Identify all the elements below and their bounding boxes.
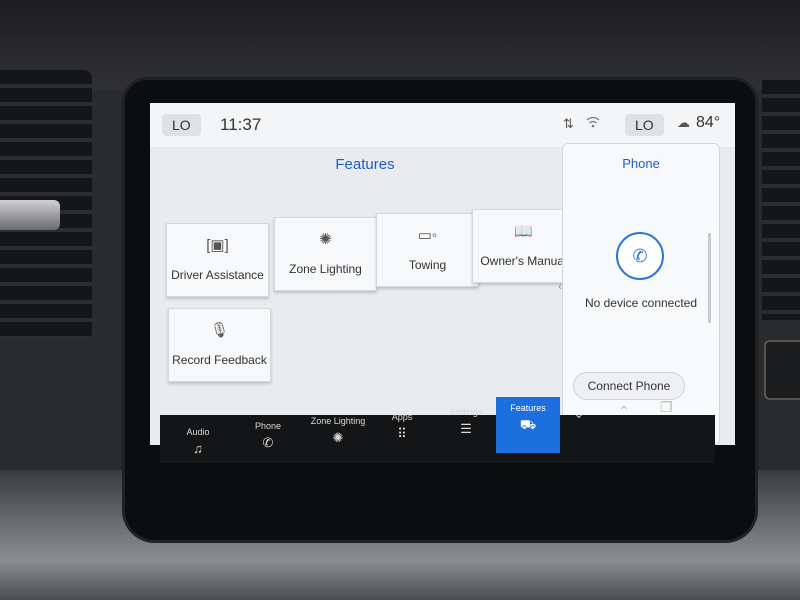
nav-label: Phone (254, 421, 282, 431)
clock: 11:37 (220, 115, 262, 134)
scrollbar[interactable] (708, 233, 711, 323)
bottom-nav-bar: Audio ♫ Phone ✆ Zone Lighting ✺ Apps ⠿ S… (160, 397, 715, 463)
nav-phone[interactable]: Phone ✆ (236, 415, 300, 463)
nav-label: Apps (391, 412, 413, 422)
window-switch-icon[interactable]: ❐ (660, 399, 673, 416)
nav-settings[interactable]: Settings ☰ (434, 401, 498, 449)
infotainment-screen: LO 11:37 ⇅ LO ☁ 84° Features [▣] Driver … (150, 103, 735, 445)
dash-button (764, 340, 800, 400)
microphone-icon: 🎙 (209, 322, 230, 339)
phone-panel-title: Phone (622, 156, 660, 171)
apps-grid-icon: ⠿ (397, 426, 407, 441)
tile-label: Towing (408, 258, 447, 272)
tile-owners-manual[interactable]: 📖 Owner's Manual (472, 209, 575, 283)
phone-status: No device connected (584, 296, 698, 310)
nav-label: Features (510, 403, 546, 413)
tile-record-feedback[interactable]: 🎙 Record Feedback (168, 308, 271, 382)
driver-assist-icon: [▣] (206, 237, 229, 254)
truck-icon: ⛟ (519, 417, 537, 432)
tile-label: Record Feedback (172, 353, 267, 367)
climate-lo-right[interactable]: LO (625, 114, 664, 136)
nav-features[interactable]: Features ⛟ (496, 397, 560, 453)
trailer-icon: ▭◦ (417, 227, 438, 244)
chevron-down-icon[interactable]: ⌄ (573, 405, 585, 422)
outside-temperature: 84° (696, 114, 721, 131)
right-air-vent (762, 80, 800, 320)
status-bar: LO 11:37 ⇅ LO ☁ 84° (150, 103, 735, 147)
nav-apps[interactable]: Apps ⠿ (370, 406, 434, 454)
sliders-icon: ☰ (460, 421, 472, 436)
wifi-icon (586, 116, 600, 131)
weather-icon: ☁ (677, 115, 690, 130)
nav-zone-lighting[interactable]: Zone Lighting ✺ (304, 410, 372, 458)
lighting-icon: ✺ (332, 430, 344, 445)
features-title: Features (335, 156, 395, 173)
vent-knob (0, 200, 60, 230)
tile-label: Zone Lighting (289, 262, 362, 276)
phone-panel: Phone ✆ No device connected Connect Phon… (562, 143, 720, 445)
phone-icon: ✆ (262, 435, 274, 450)
lighting-icon: ✺ (319, 231, 332, 248)
tile-zone-lighting[interactable]: ✺ Zone Lighting (274, 217, 377, 291)
phone-icon[interactable]: ✆ (616, 232, 664, 280)
climate-lo-left[interactable]: LO (162, 114, 201, 136)
nav-label: Audio (186, 427, 210, 437)
tile-driver-assistance[interactable]: [▣] Driver Assistance (166, 223, 269, 297)
nav-audio[interactable]: Audio ♫ (166, 421, 230, 469)
tile-towing[interactable]: ▭◦ Towing (376, 213, 479, 287)
dashboard-top (0, 0, 800, 90)
connect-phone-button[interactable]: Connect Phone (573, 372, 685, 400)
tile-label: Owner's Manual (480, 254, 567, 268)
signal-icon: ⇅ (563, 116, 574, 131)
music-icon: ♫ (193, 441, 203, 456)
nav-label: Settings (449, 407, 483, 417)
tile-label: Driver Assistance (171, 268, 264, 282)
book-icon: 📖 (514, 223, 533, 240)
nav-label: Zone Lighting (310, 416, 366, 426)
chevron-up-icon[interactable]: ⌃ (618, 403, 630, 420)
